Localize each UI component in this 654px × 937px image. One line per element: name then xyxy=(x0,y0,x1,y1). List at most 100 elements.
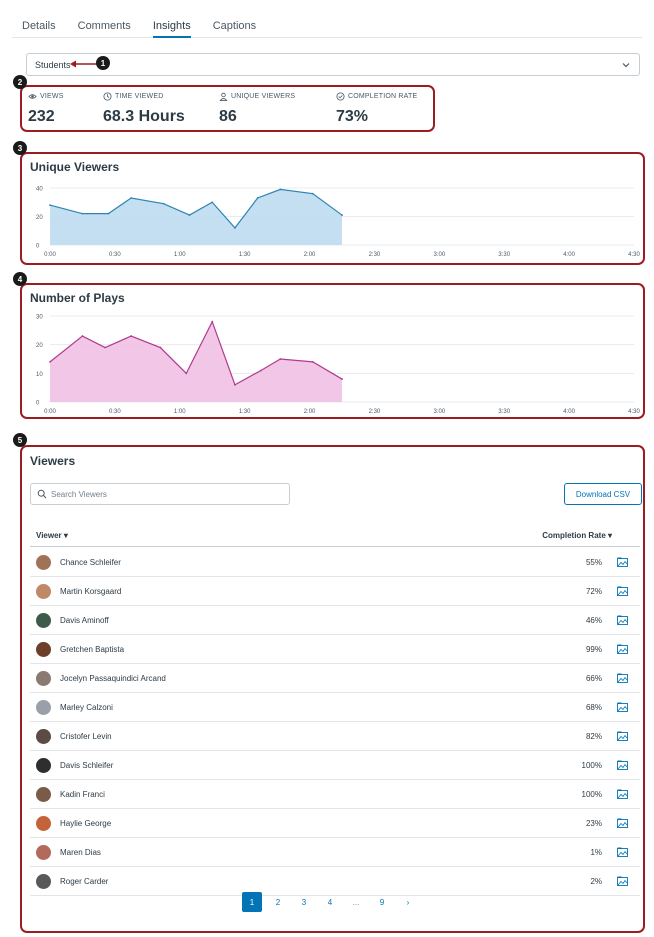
viewer-report-icon[interactable] xyxy=(617,876,628,886)
chevron-down-icon xyxy=(622,63,630,68)
unique-viewers-data-point xyxy=(256,197,259,199)
unique-viewers-data-point xyxy=(311,192,314,195)
download-csv-button[interactable]: Download CSV xyxy=(564,483,642,505)
unique-viewers-x-tick-label: 2:30 xyxy=(369,252,381,258)
table-row[interactable]: Gretchen Baptista 99% xyxy=(30,635,640,664)
viewer-report-icon[interactable] xyxy=(617,557,628,567)
unique-viewers-x-tick-label: 3:30 xyxy=(498,252,510,258)
table-row[interactable]: Marley Calzoni 68% xyxy=(30,693,640,722)
page-button-1[interactable]: 1 xyxy=(242,892,262,912)
plays-area xyxy=(50,321,342,402)
table-row[interactable]: Cristofer Levin 82% xyxy=(30,722,640,751)
tab-comments[interactable]: Comments xyxy=(78,8,131,38)
search-viewers-field[interactable] xyxy=(30,483,290,505)
plays-chart-panel: Number of Plays 0 10 20 30 0:00 0:30 1:00 1:30 2… xyxy=(20,283,645,419)
viewer-report-icon[interactable] xyxy=(617,731,628,741)
unique-viewers-data-point xyxy=(279,188,282,191)
viewer-completion-rate: 66% xyxy=(585,674,602,683)
table-row[interactable]: Davis Schleifer 100% xyxy=(30,751,640,780)
plays-y-tick-label: 10 xyxy=(36,372,43,378)
audience-select[interactable]: Students xyxy=(26,53,640,76)
viewer-name: Cristofer Levin xyxy=(60,732,112,741)
check-circle-icon xyxy=(336,92,345,101)
page-button-3[interactable]: 3 xyxy=(294,892,314,912)
stat-unique-viewers: UNIQUE VIEWERS 86 xyxy=(219,92,295,126)
plays-x-tick-label: 0:30 xyxy=(109,409,121,415)
viewer-name: Haylie George xyxy=(60,819,112,828)
unique-viewers-x-tick-label: 4:00 xyxy=(563,252,575,258)
viewer-report-icon[interactable] xyxy=(617,818,628,828)
plays-data-point xyxy=(311,360,314,363)
viewers-table-body: Chance Schleifer 55% Martin Korsgaard 72% Da… xyxy=(30,548,640,896)
unique-viewers-data-point xyxy=(341,214,343,216)
unique-viewers-x-tick-label: 3:00 xyxy=(433,252,445,258)
viewer-report-icon[interactable] xyxy=(617,615,628,625)
viewer-report-icon[interactable] xyxy=(617,760,628,770)
viewer-name: Davis Aminoff xyxy=(60,616,109,625)
stat-time-viewed-value: 68.3 Hours xyxy=(103,108,185,125)
table-row[interactable]: Chance Schleifer 55% xyxy=(30,548,640,577)
plays-x-tick-label: 2:00 xyxy=(304,409,316,415)
viewer-report-icon[interactable] xyxy=(617,586,628,596)
unique-viewers-data-point xyxy=(188,214,191,216)
stat-completion-rate-label: COMPLETION RATE xyxy=(348,93,418,100)
plays-x-tick-label: 3:00 xyxy=(433,409,445,415)
callout-marker-1: 1 xyxy=(96,56,110,70)
pagination: 1 2 3 4... 9 › xyxy=(242,892,418,912)
unique-viewers-x-tick-label: 2:00 xyxy=(304,252,316,258)
clock-icon xyxy=(103,92,112,101)
search-viewers-input[interactable] xyxy=(51,489,281,499)
table-row[interactable]: Haylie George 23% xyxy=(30,809,640,838)
tab-insights[interactable]: Insights xyxy=(152,8,191,38)
unique-viewers-x-tick-label: 0:00 xyxy=(44,252,56,258)
page-button-9[interactable]: 9 xyxy=(372,892,392,912)
viewer-report-icon[interactable] xyxy=(617,789,628,799)
page-button-4[interactable]: 4 xyxy=(320,892,340,912)
table-row[interactable]: Maren Dias 1% xyxy=(30,838,640,867)
table-row[interactable]: Kadin Franci 100% xyxy=(30,780,640,809)
search-icon xyxy=(37,489,47,499)
viewer-report-icon[interactable] xyxy=(617,673,628,683)
viewer-name: Chance Schleifer xyxy=(60,558,121,567)
avatar xyxy=(36,787,51,802)
plays-x-tick-label: 3:30 xyxy=(498,409,510,415)
plays-data-point xyxy=(259,369,262,372)
callout-marker-3: 3 xyxy=(13,141,27,155)
viewer-column-header[interactable]: Viewer ▾ xyxy=(36,531,68,540)
plays-y-tick-label: 0 xyxy=(36,401,40,407)
viewer-name: Gretchen Baptista xyxy=(60,645,125,654)
plays-x-tick-label: 0:00 xyxy=(44,409,56,415)
unique-viewers-y-tick-label: 40 xyxy=(36,187,43,193)
table-row[interactable]: Martin Korsgaard 72% xyxy=(30,577,640,606)
plays-y-tick-label: 30 xyxy=(36,315,43,321)
viewer-report-icon[interactable] xyxy=(617,847,628,857)
plays-x-tick-label: 4:00 xyxy=(563,409,575,415)
viewer-report-icon[interactable] xyxy=(617,702,628,712)
plays-x-tick-label: 2:30 xyxy=(369,409,381,415)
unique-viewers-data-point xyxy=(130,197,133,199)
tab-captions[interactable]: Captions xyxy=(213,8,256,38)
table-row[interactable]: Davis Aminoff 46% xyxy=(30,606,640,635)
avatar xyxy=(36,584,51,599)
unique-viewers-data-point xyxy=(211,201,214,204)
viewer-report-icon[interactable] xyxy=(617,644,628,654)
tab-details[interactable]: Details xyxy=(22,8,56,38)
viewers-title: Viewers xyxy=(30,454,76,468)
avatar xyxy=(36,700,51,715)
next-page-button[interactable]: › xyxy=(398,892,418,912)
unique-viewers-chart-panel: Unique Viewers 0 20 40 0:00 0:30 1:00 1:30 2:00… xyxy=(20,152,645,265)
stat-completion-rate: COMPLETION RATE 73% xyxy=(336,92,417,126)
unique-viewers-y-tick-label: 20 xyxy=(36,215,43,221)
pagination-ellipsis: ... xyxy=(352,897,360,907)
table-row[interactable]: Jocelyn Passaquindici Arcand 66% xyxy=(30,664,640,693)
viewer-completion-rate: 99% xyxy=(585,645,602,654)
unique-viewers-x-tick-label: 4:30 xyxy=(628,252,640,258)
completion-rate-column-header[interactable]: Completion Rate ▾ xyxy=(542,531,612,540)
unique-viewers-data-point xyxy=(81,212,84,215)
viewers-table-header: Viewer ▾ Completion Rate ▾ xyxy=(30,525,640,547)
audience-select-value: Students xyxy=(35,59,71,70)
plays-y-tick-label: 20 xyxy=(36,343,43,349)
stat-completion-rate-value: 73% xyxy=(336,108,369,125)
page-button-2[interactable]: 2 xyxy=(268,892,288,912)
avatar xyxy=(36,845,51,860)
